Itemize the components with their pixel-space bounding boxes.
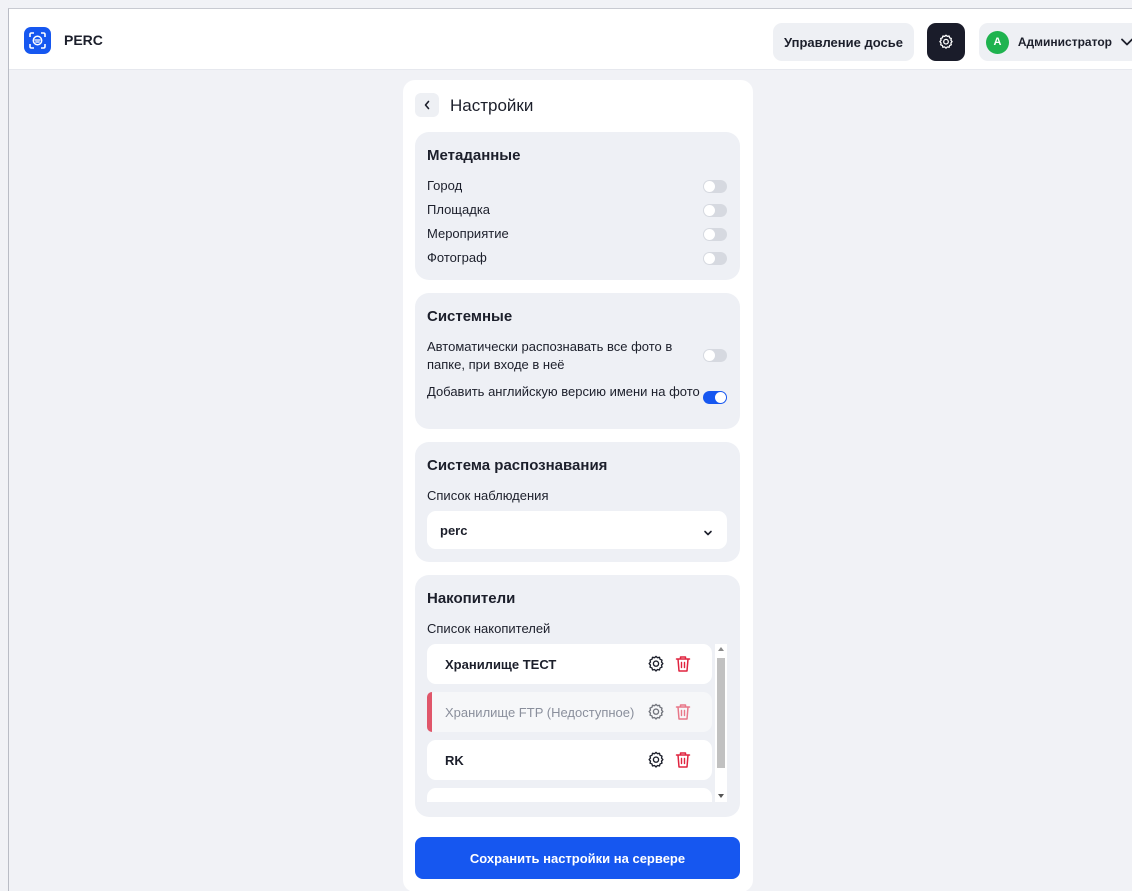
auto-recognize-label: Автоматически распознавать все фото в па… — [427, 339, 673, 372]
scroll-down-arrow-icon[interactable] — [718, 794, 724, 798]
gear-icon[interactable] — [647, 751, 665, 774]
trash-icon[interactable] — [675, 655, 691, 678]
manage-dossier-button[interactable]: Управление досье — [773, 23, 914, 61]
watchlist-select[interactable]: perc — [427, 511, 727, 549]
auto-recognize-toggle[interactable] — [703, 349, 727, 362]
scroll-up-arrow-icon[interactable] — [718, 647, 724, 651]
top-bar: PERC Управление досье A Администратор — [9, 9, 1132, 70]
page-title: Настройки — [450, 96, 534, 115]
storages-list[interactable]: Хранилище ТЕСТ Хранилище FTP (Недоступно… — [427, 644, 727, 802]
watchlist-value: perc — [440, 522, 468, 538]
watchlist-label: Список наблюдения — [427, 488, 549, 503]
english-name-toggle[interactable] — [703, 391, 727, 404]
storage-name: RK — [445, 752, 464, 768]
app-window: PERC Управление досье A Администратор На… — [8, 8, 1132, 891]
app-brand: PERC — [64, 32, 103, 48]
storages-scrollbar[interactable] — [715, 644, 727, 802]
storage-name: Хранилище FTP (Недоступное) — [445, 704, 635, 720]
gear-icon[interactable] — [647, 655, 665, 678]
storages-section: Накопители Список накопителей Хранилище … — [415, 575, 740, 817]
metadata-event-label: Мероприятие — [427, 226, 509, 241]
gear-icon — [939, 34, 953, 49]
storage-name: Хранилище ТЕСТ — [445, 656, 557, 672]
chevron-left-icon — [424, 100, 430, 110]
scroll-thumb[interactable] — [717, 658, 725, 768]
back-button[interactable] — [415, 93, 439, 117]
trash-icon[interactable] — [675, 703, 691, 726]
gear-icon[interactable] — [647, 703, 665, 726]
metadata-venue-toggle[interactable] — [703, 204, 727, 217]
user-menu[interactable]: A Администратор — [979, 23, 1132, 61]
recognition-section: Система распознавания Список наблюдения … — [415, 442, 740, 562]
storage-item[interactable]: Хранилище ТЕСТ — [427, 644, 712, 684]
metadata-photographer-toggle[interactable] — [703, 252, 727, 265]
english-name-label: Добавить английскую версию имени на фото — [427, 384, 700, 399]
settings-button[interactable] — [927, 23, 965, 61]
app-logo-icon[interactable] — [24, 27, 51, 54]
save-settings-button[interactable]: Сохранить настройки на сервере — [415, 837, 740, 879]
system-title: Системные — [427, 308, 513, 325]
storage-item[interactable]: RK — [427, 740, 712, 780]
storage-item-partial[interactable] — [427, 788, 712, 802]
avatar: A — [986, 30, 1009, 54]
metadata-section: Метаданные Город Площадка Мероприятие Фо… — [415, 132, 740, 280]
metadata-title: Метаданные — [427, 147, 521, 164]
metadata-city-label: Город — [427, 178, 463, 193]
chevron-down-icon — [703, 524, 713, 542]
user-name: Администратор — [1017, 35, 1112, 49]
metadata-venue-label: Площадка — [427, 202, 491, 217]
storage-item-unavailable[interactable]: Хранилище FTP (Недоступное) — [427, 692, 712, 732]
metadata-photographer-label: Фотограф — [427, 250, 487, 265]
settings-panel: Настройки Метаданные Город Площадка Меро… — [403, 80, 753, 891]
storages-list-label: Список накопителей — [427, 621, 551, 636]
trash-icon[interactable] — [675, 751, 691, 774]
metadata-city-toggle[interactable] — [703, 180, 727, 193]
storages-title: Накопители — [427, 590, 516, 607]
system-section: Системные Автоматически распознавать все… — [415, 293, 740, 429]
chevron-down-icon — [1121, 38, 1132, 46]
unavailable-marker — [427, 692, 432, 732]
recognition-title: Система распознавания — [427, 457, 608, 474]
metadata-event-toggle[interactable] — [703, 228, 727, 241]
